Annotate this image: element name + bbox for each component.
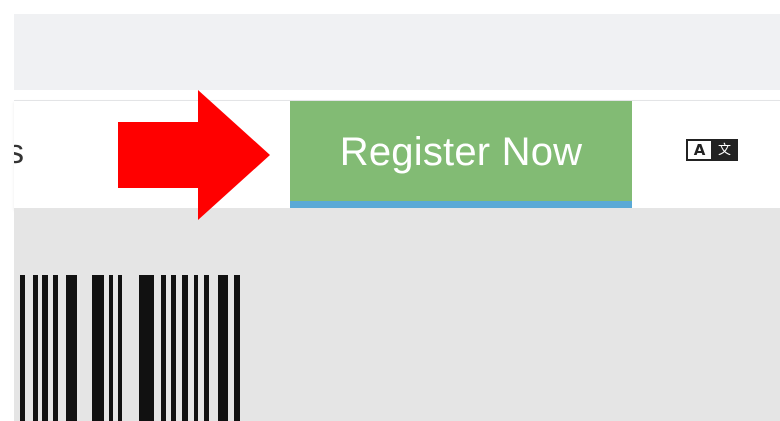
register-now-button[interactable]: Register Now <box>290 101 632 209</box>
arrow-right-icon <box>118 90 270 220</box>
translate-icon-latin-glyph: A <box>686 139 712 161</box>
browser-top-bar <box>14 14 780 90</box>
translate-icon[interactable]: A 文 <box>686 139 738 161</box>
register-now-label: Register Now <box>339 129 583 174</box>
barcode-icon <box>20 275 240 421</box>
translate-icon-cjk-glyph: 文 <box>712 139 738 161</box>
nav-item-cutoff[interactable]: s <box>14 135 24 169</box>
page: s Register Now A 文 <box>0 0 780 421</box>
